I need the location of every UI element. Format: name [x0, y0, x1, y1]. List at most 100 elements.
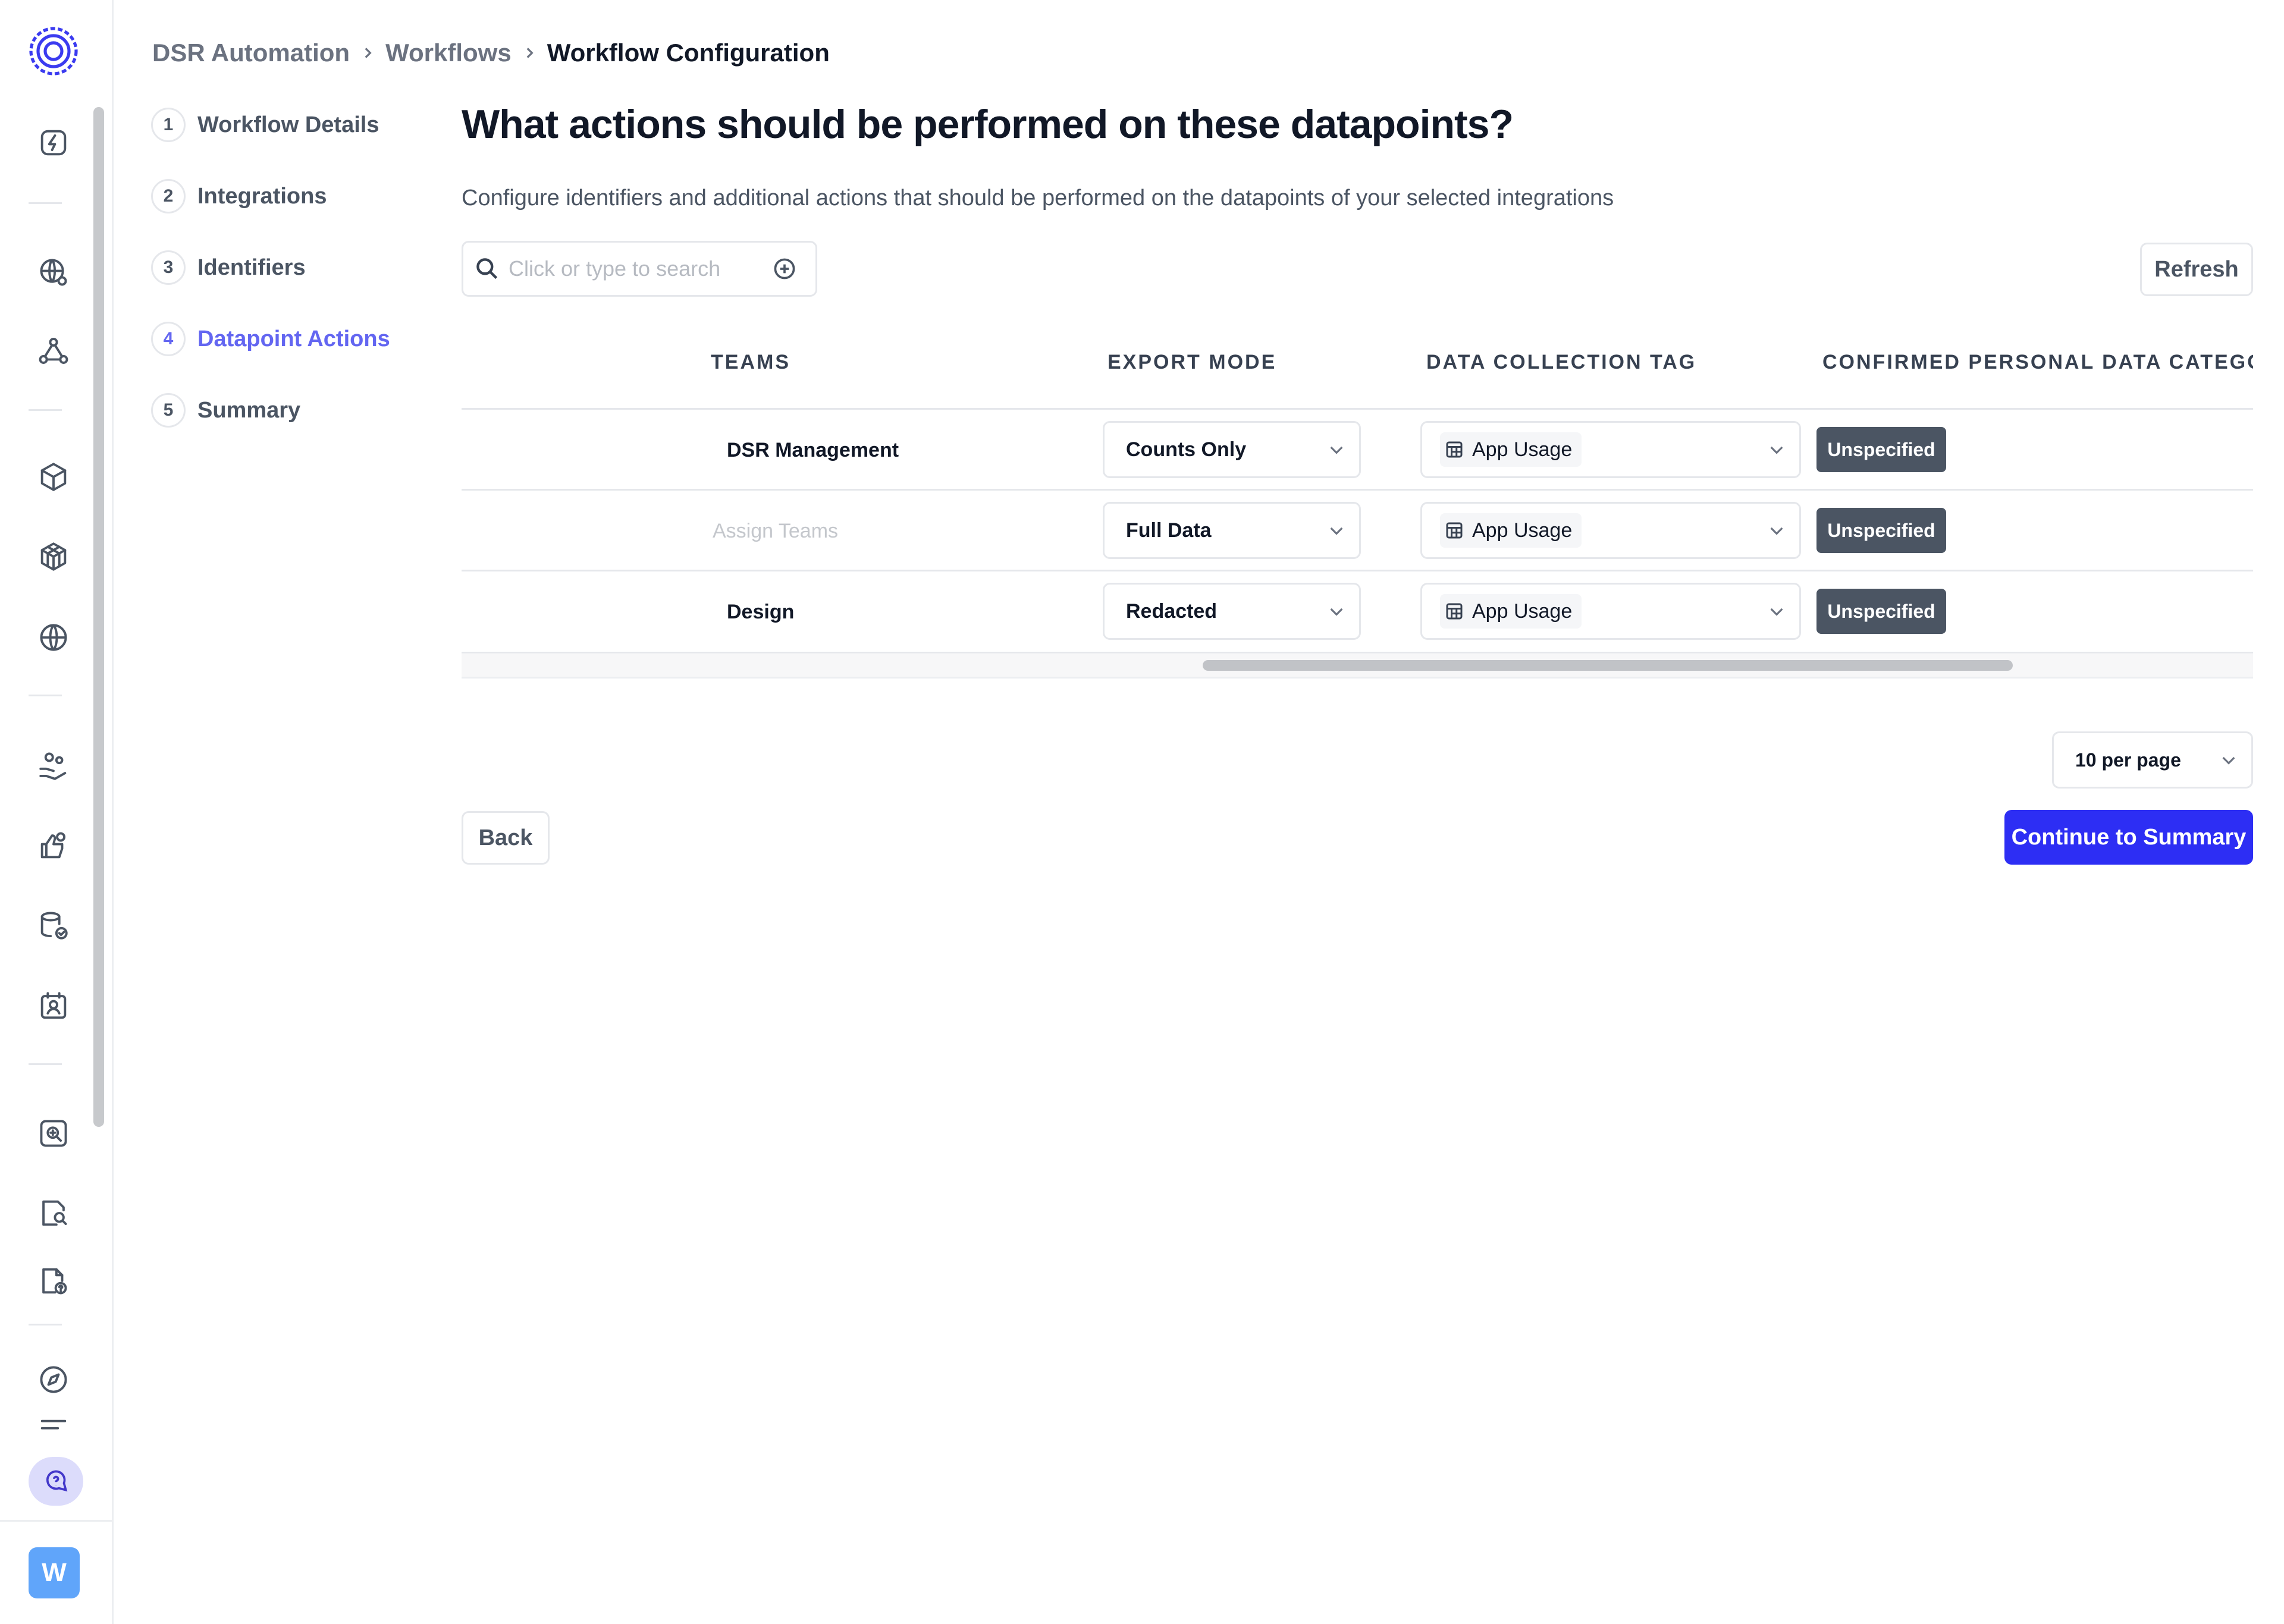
people-hand-icon[interactable]: [36, 748, 71, 784]
export-mode-value: Full Data: [1126, 519, 1212, 542]
table-grid-icon: [1446, 603, 1463, 620]
page-title: What actions should be performed on thes…: [462, 102, 1514, 147]
cube-icon[interactable]: [36, 459, 71, 495]
step-number: 5: [151, 393, 186, 428]
document-help-icon[interactable]: [36, 1263, 71, 1299]
table-row-team[interactable]: DSR Management: [727, 439, 899, 462]
per-page-select[interactable]: 10 per page: [2052, 731, 2253, 789]
breadcrumb-workflow-configuration: Workflow Configuration: [547, 39, 830, 67]
help-chat-icon: [46, 1470, 68, 1492]
step-number: 2: [151, 179, 186, 213]
contact-card-icon[interactable]: [36, 988, 71, 1024]
export-mode-select[interactable]: Counts Only: [1103, 421, 1361, 478]
breadcrumb: DSR Automation Workflows Workflow Config…: [152, 38, 830, 68]
compass-icon[interactable]: [36, 1362, 71, 1397]
step-label: Datapoint Actions: [197, 326, 390, 351]
export-mode-select[interactable]: Redacted: [1103, 583, 1361, 640]
table-divider: [462, 408, 2253, 410]
chevron-down-icon: [1767, 440, 1786, 459]
chevron-right-icon: [350, 45, 385, 61]
category-badge[interactable]: Unspecified: [1816, 589, 1946, 634]
breadcrumb-dsr-automation[interactable]: DSR Automation: [152, 39, 350, 67]
table-row-divider: [462, 652, 2253, 654]
data-collection-tag-select[interactable]: App Usage: [1420, 421, 1801, 478]
assign-teams-placeholder[interactable]: Assign Teams: [713, 520, 838, 543]
page-description: Configure identifiers and additional act…: [462, 186, 1614, 211]
table-grid-icon: [1446, 441, 1463, 458]
chevron-down-icon: [2219, 750, 2238, 769]
back-button[interactable]: Back: [462, 811, 550, 865]
continue-to-summary-button[interactable]: Continue to Summary: [2004, 810, 2253, 865]
app-logo-icon[interactable]: [27, 25, 80, 77]
column-header-data-collection-tag: DATA COLLECTION TAG: [1426, 351, 1697, 373]
export-mode-select[interactable]: Full Data: [1103, 502, 1361, 559]
step-number: 4: [151, 322, 186, 356]
rail-divider: [0, 1520, 112, 1522]
tag-label: App Usage: [1472, 519, 1573, 542]
chevron-right-icon: [512, 45, 547, 61]
step-label: Workflow Details: [197, 112, 379, 137]
chevron-down-icon: [1767, 602, 1786, 621]
network-nodes-icon[interactable]: [36, 333, 71, 369]
table-scrollbar-thumb[interactable]: [1203, 660, 2013, 671]
step-workflow-details[interactable]: 1 Workflow Details: [151, 106, 379, 144]
category-badge[interactable]: Unspecified: [1816, 508, 1946, 553]
cubes-grid-icon[interactable]: [36, 539, 71, 574]
column-header-export-mode: EXPORT MODE: [1108, 351, 1277, 373]
search-box-icon[interactable]: [36, 1116, 71, 1151]
search-icon: [474, 256, 500, 282]
icon-sidebar: W: [0, 0, 114, 1624]
step-datapoint-actions[interactable]: 4 Datapoint Actions: [151, 320, 390, 358]
chevron-down-icon: [1327, 521, 1346, 540]
rail-divider: [29, 202, 62, 204]
step-identifiers[interactable]: 3 Identifiers: [151, 249, 306, 287]
rail-divider: [29, 1324, 62, 1325]
menu-lines-icon[interactable]: [36, 1415, 71, 1433]
tag-label: App Usage: [1472, 599, 1573, 623]
step-label: Summary: [197, 397, 301, 423]
column-header-personal-data-categories: CONFIRMED PERSONAL DATA CATEGORIES: [1822, 351, 2253, 373]
automation-bolt-icon[interactable]: [36, 125, 71, 161]
category-badge[interactable]: Unspecified: [1816, 427, 1946, 472]
add-circle-icon[interactable]: [771, 256, 798, 282]
chevron-down-icon: [1327, 602, 1346, 621]
step-integrations[interactable]: 2 Integrations: [151, 177, 327, 215]
rail-divider: [29, 695, 62, 696]
search-input[interactable]: [507, 256, 771, 282]
rail-divider: [29, 409, 62, 411]
thumbs-up-gear-icon[interactable]: [36, 828, 71, 863]
step-label: Identifiers: [197, 255, 306, 280]
column-header-clip: CONFIRMED PERSONAL DATA CATEGORIES: [1822, 345, 2253, 381]
chevron-down-icon: [1767, 521, 1786, 540]
step-summary[interactable]: 5 Summary: [151, 391, 300, 429]
data-collection-tag-select[interactable]: App Usage: [1420, 502, 1801, 559]
tag-chip: App Usage: [1440, 594, 1582, 629]
data-collection-tag-select[interactable]: App Usage: [1420, 583, 1801, 640]
step-label: Integrations: [197, 183, 327, 209]
document-search-icon[interactable]: [36, 1195, 71, 1231]
per-page-value: 10 per page: [2075, 749, 2181, 771]
column-header-teams: TEAMS: [711, 351, 790, 373]
table-row-divider: [462, 570, 2253, 571]
export-mode-value: Redacted: [1126, 599, 1218, 623]
rail-divider: [29, 1063, 62, 1065]
tag-label: App Usage: [1472, 438, 1573, 461]
refresh-button[interactable]: Refresh: [2140, 243, 2253, 296]
user-avatar[interactable]: W: [29, 1547, 80, 1598]
globe-settings-icon[interactable]: [36, 255, 71, 290]
globe-icon[interactable]: [36, 620, 71, 655]
table-grid-icon: [1446, 522, 1463, 539]
chevron-down-icon: [1327, 440, 1346, 459]
tag-chip: App Usage: [1440, 513, 1582, 548]
search-box[interactable]: [462, 241, 817, 297]
sidebar-scrollbar[interactable]: [93, 107, 104, 1127]
help-chat-button[interactable]: [29, 1457, 83, 1506]
tag-chip: App Usage: [1440, 432, 1582, 467]
step-number: 3: [151, 250, 186, 285]
breadcrumb-workflows[interactable]: Workflows: [385, 39, 512, 67]
export-mode-value: Counts Only: [1126, 438, 1247, 461]
database-check-icon[interactable]: [36, 907, 71, 943]
table-row-team[interactable]: Design: [727, 601, 794, 624]
table-row-divider: [462, 489, 2253, 491]
step-number: 1: [151, 108, 186, 142]
